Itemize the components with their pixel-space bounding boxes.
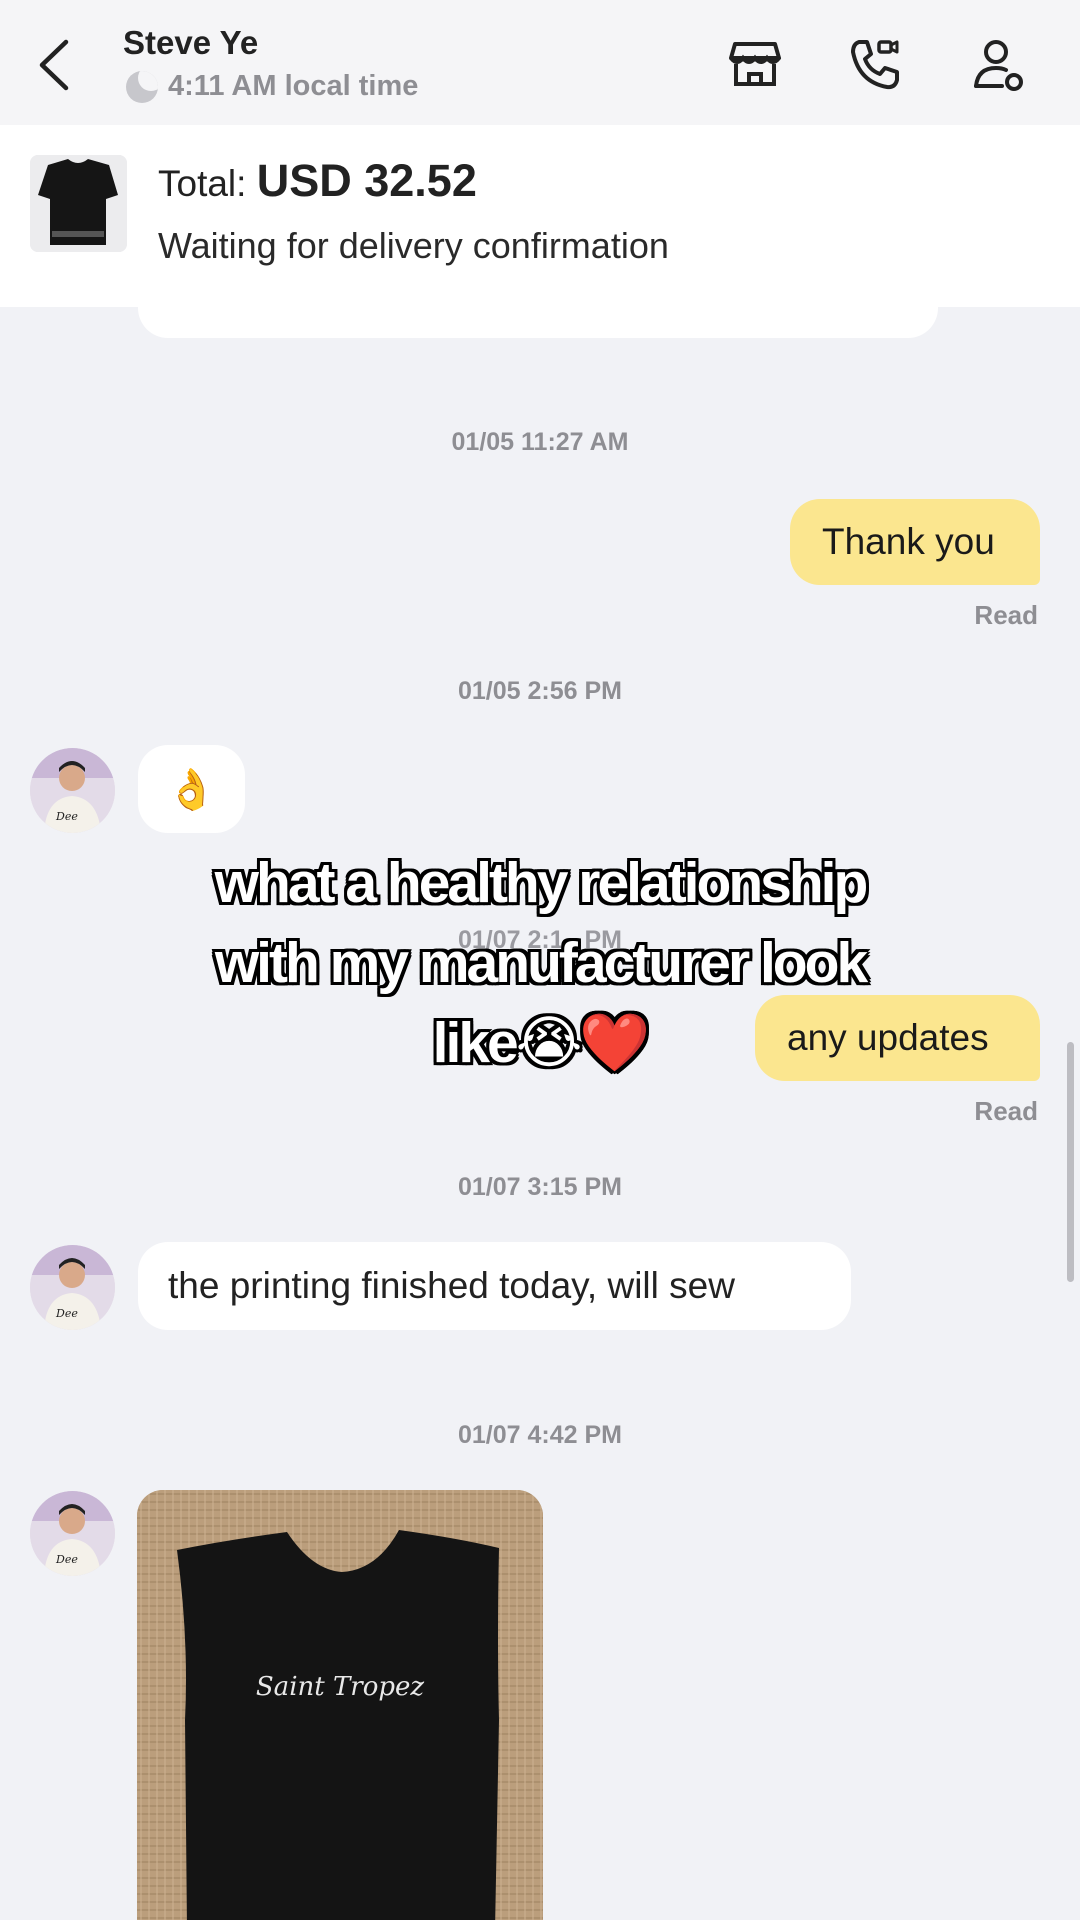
chat-header: Steve Ye 4:11 AM local time <box>0 0 1080 125</box>
svg-text:Dee: Dee <box>55 810 78 823</box>
order-total-label: Total: <box>158 163 247 204</box>
avatar[interactable]: Dee <box>30 1245 115 1330</box>
caption-line-3: like😭❤️ <box>432 1011 651 1075</box>
local-time: 4:11 AM local time <box>126 70 418 103</box>
avatar[interactable]: Dee <box>30 1491 115 1576</box>
order-status: Waiting for delivery confirmation <box>158 225 669 266</box>
store-icon[interactable] <box>725 34 785 94</box>
message-bubble-incoming-partial <box>138 280 938 338</box>
message-timestamp: 01/07 4:42 PM <box>458 1421 622 1449</box>
order-total: Total: USD 32.52 <box>158 155 477 207</box>
shirt-print-text: Saint Tropez <box>256 1672 425 1702</box>
user-settings-icon[interactable] <box>968 34 1028 94</box>
svg-text:Dee: Dee <box>55 1553 78 1566</box>
moon-icon <box>126 70 158 103</box>
svg-text:Dee: Dee <box>55 1307 78 1320</box>
scrollbar[interactable] <box>1067 1042 1074 1282</box>
read-receipt: Read <box>974 600 1038 630</box>
caption-line-1: what a healthy relationship <box>214 851 869 915</box>
local-time-label: 4:11 AM local time <box>168 70 419 102</box>
message-bubble-outgoing[interactable]: Thank you <box>790 499 1040 585</box>
order-total-value: USD 32.52 <box>256 155 477 206</box>
caption-overlay: what a healthy relationship with my manu… <box>0 843 1080 1083</box>
message-timestamp: 01/05 11:27 AM <box>451 428 629 456</box>
product-thumbnail <box>30 155 127 252</box>
video-call-icon[interactable] <box>845 34 905 94</box>
ok-hand-emoji: 👌 <box>166 767 217 812</box>
message-text: the printing finished today, will sew <box>168 1265 735 1306</box>
message-timestamp: 01/07 3:15 PM <box>458 1173 622 1201</box>
caption-line-2: with my manufacturer look <box>214 931 868 995</box>
message-bubble-incoming[interactable]: the printing finished today, will sew <box>138 1242 851 1330</box>
message-bubble-incoming[interactable]: 👌 <box>138 745 245 833</box>
message-image-shirt-photo[interactable]: Saint Tropez <box>137 1490 543 1920</box>
avatar[interactable]: Dee <box>30 748 115 833</box>
read-receipt: Read <box>974 1096 1038 1126</box>
back-icon[interactable] <box>30 30 80 100</box>
message-timestamp: 01/05 2:56 PM <box>458 677 622 705</box>
contact-name[interactable]: Steve Ye <box>123 24 258 62</box>
message-text: Thank you <box>822 521 995 562</box>
